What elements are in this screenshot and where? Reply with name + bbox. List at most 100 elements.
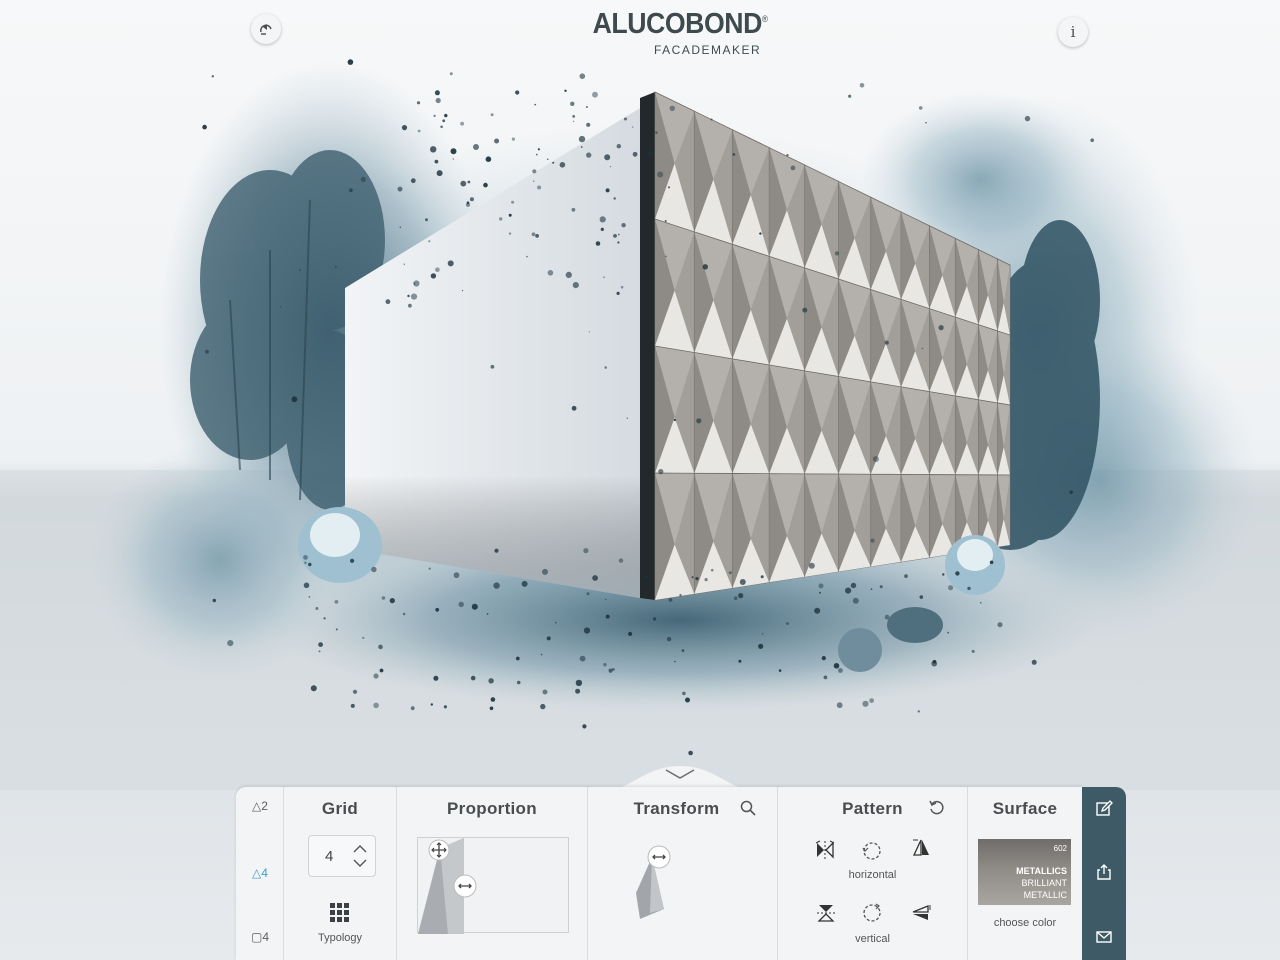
grid-stepper[interactable]: 4	[308, 835, 376, 877]
ink-dot	[948, 585, 954, 591]
ink-dot	[665, 255, 667, 258]
chevron-up-icon[interactable]	[351, 841, 369, 856]
view-option-triangle-4[interactable]: △4	[236, 866, 284, 880]
ink-dot	[537, 148, 541, 151]
ink-dot	[211, 75, 214, 78]
ink-dot	[814, 607, 821, 614]
ink-dot	[483, 182, 488, 188]
ink-dot	[655, 131, 658, 134]
ink-dot	[618, 558, 624, 563]
ink-dot	[379, 668, 384, 673]
ink-dot	[511, 200, 515, 204]
grid-value: 4	[325, 848, 334, 865]
configurator-panel: △2 △4 ▢4 Grid 4 Typology Proportion Tran…	[236, 787, 1082, 960]
ink-dot	[989, 560, 994, 565]
ink-dot	[493, 582, 500, 589]
ink-dot	[434, 159, 439, 164]
flip-icon[interactable]	[814, 839, 836, 861]
ink-dot	[403, 263, 405, 265]
choose-color-link[interactable]: choose color	[968, 917, 1082, 929]
ink-dot	[588, 331, 590, 333]
ink-dot	[535, 234, 539, 238]
ink-dot	[401, 125, 408, 131]
ink-dot	[413, 280, 420, 287]
info-button[interactable]: i	[1058, 17, 1088, 47]
ink-dot	[845, 587, 852, 594]
ink-dot	[407, 294, 410, 298]
move-handle[interactable]	[428, 839, 450, 861]
mirror-vertical-icon[interactable]	[910, 902, 932, 924]
ink-dot	[674, 660, 676, 663]
ink-dot	[848, 94, 852, 98]
surface-title: Surface	[992, 799, 1058, 818]
share-button[interactable]	[1092, 860, 1116, 884]
rotate-icon[interactable]	[861, 840, 883, 862]
ink-dot	[583, 548, 589, 554]
chevron-down-icon[interactable]	[351, 856, 369, 871]
ink-dot	[632, 151, 638, 157]
ink-dot	[526, 255, 528, 258]
resize-width-handle[interactable]	[453, 874, 477, 898]
rotate-vertical-icon[interactable]	[861, 902, 883, 924]
reset-icon[interactable]	[928, 799, 946, 817]
grid-icon[interactable]	[330, 903, 350, 923]
color-swatch[interactable]: 602 METALLICS BRILLIANT METALLIC	[978, 839, 1071, 905]
ink-dot	[580, 146, 583, 148]
typology-label[interactable]: Typology	[284, 932, 396, 944]
search-icon[interactable]	[740, 800, 756, 816]
logo-text: ALUCOBOND	[592, 8, 763, 40]
ink-dot	[350, 703, 355, 708]
move-icon	[428, 839, 450, 861]
view-selector: △2 △4 ▢4	[236, 787, 284, 960]
ink-dot	[371, 566, 377, 573]
mirror-icon[interactable]	[910, 837, 932, 859]
ink-dot	[490, 364, 495, 369]
ink-dot	[347, 59, 354, 65]
ink-dot	[540, 653, 543, 656]
view-option-triangle-2[interactable]: △2	[236, 799, 284, 813]
ink-dot	[303, 582, 310, 589]
share-icon	[1097, 864, 1111, 880]
ink-dot	[494, 548, 499, 553]
ink-dot	[616, 144, 621, 149]
ink-dot	[872, 456, 879, 463]
ink-dot	[682, 691, 686, 696]
ink-dot	[704, 578, 708, 582]
ink-dot	[449, 72, 453, 76]
ink-dot	[626, 417, 629, 420]
mail-icon	[1096, 931, 1112, 943]
ink-dot	[702, 264, 708, 270]
ink-dot	[617, 241, 620, 244]
ink-dot	[618, 233, 620, 236]
ink-dot	[579, 655, 586, 662]
ink-dot	[299, 269, 301, 271]
flip-vertical-icon[interactable]	[815, 902, 837, 924]
ink-dot	[373, 673, 379, 679]
ink-dot	[1031, 659, 1037, 665]
transform-handle[interactable]	[647, 845, 671, 869]
ink-dot	[533, 180, 535, 182]
ink-dot	[559, 162, 566, 168]
home-button[interactable]	[251, 14, 281, 44]
ink-dot	[428, 567, 431, 570]
ink-dot	[453, 572, 460, 579]
ink-dot	[521, 580, 528, 587]
mail-button[interactable]	[1092, 925, 1116, 949]
ink-dot	[572, 120, 575, 123]
ink-dot	[613, 234, 617, 238]
ink-dot	[668, 598, 673, 602]
ink-dot	[1069, 490, 1073, 495]
ink-dot	[925, 122, 927, 124]
ink-dot	[652, 617, 657, 621]
view-option-square-4[interactable]: ▢4	[236, 930, 284, 944]
ink-dot	[931, 660, 938, 667]
swatch-line-1: METALLICS	[1016, 866, 1067, 876]
ink-dot	[485, 156, 492, 162]
ink-dot	[436, 170, 443, 177]
ink-dot	[435, 267, 440, 273]
ink-dot	[352, 689, 358, 694]
ink-dot	[583, 627, 591, 634]
ink-dot	[450, 148, 457, 155]
ink-dot	[644, 575, 648, 579]
edit-button[interactable]	[1092, 797, 1116, 821]
